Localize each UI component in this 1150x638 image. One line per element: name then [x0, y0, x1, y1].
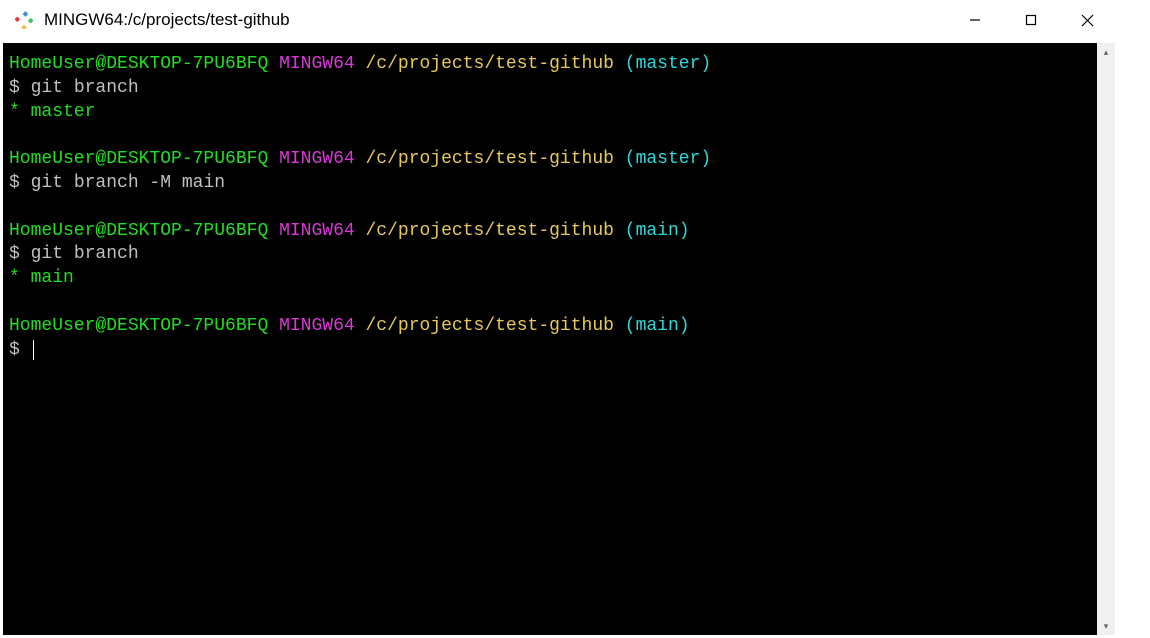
command-text: git branch -M main: [31, 173, 225, 193]
maximize-button[interactable]: [1003, 0, 1059, 40]
prompt-path: /c/projects/test-github: [366, 221, 614, 241]
prompt-userhost: HomeUser@DESKTOP-7PU6BFQ: [9, 149, 268, 169]
prompt-mingw: MINGW64: [279, 149, 355, 169]
prompt-branch: (master): [625, 54, 711, 74]
prompt-branch: (main): [625, 221, 690, 241]
command-line: $ git branch -M main: [9, 172, 1112, 196]
scroll-down-icon[interactable]: ▾: [1097, 617, 1115, 635]
prompt-line: HomeUser@DESKTOP-7PU6BFQ MINGW64 /c/proj…: [9, 315, 1112, 339]
command-line: $ git branch: [9, 77, 1112, 101]
prompt-path: /c/projects/test-github: [366, 316, 614, 336]
prompt-mingw: MINGW64: [279, 316, 355, 336]
prompt-path: /c/projects/test-github: [366, 54, 614, 74]
window-title: MINGW64:/c/projects/test-github: [44, 10, 947, 30]
prompt-dollar: $: [9, 78, 31, 98]
terminal-window: MINGW64:/c/projects/test-github HomeUser…: [0, 0, 1115, 638]
close-button[interactable]: [1059, 0, 1115, 40]
prompt-dollar: $: [9, 340, 31, 360]
prompt-branch: (main): [625, 316, 690, 336]
output-text: * master: [9, 102, 95, 122]
prompt-userhost: HomeUser@DESKTOP-7PU6BFQ: [9, 221, 268, 241]
terminal-wrap: HomeUser@DESKTOP-7PU6BFQ MINGW64 /c/proj…: [0, 40, 1115, 638]
prompt-line: HomeUser@DESKTOP-7PU6BFQ MINGW64 /c/proj…: [9, 53, 1112, 77]
scrollbar[interactable]: ▴ ▾: [1097, 43, 1115, 635]
window-controls: [947, 0, 1115, 40]
prompt-userhost: HomeUser@DESKTOP-7PU6BFQ: [9, 54, 268, 74]
titlebar[interactable]: MINGW64:/c/projects/test-github: [0, 0, 1115, 40]
command-line: $ git branch: [9, 243, 1112, 267]
prompt-mingw: MINGW64: [279, 221, 355, 241]
scroll-up-icon[interactable]: ▴: [1097, 43, 1115, 61]
command-text: git branch: [31, 78, 139, 98]
prompt-userhost: HomeUser@DESKTOP-7PU6BFQ: [9, 316, 268, 336]
output-line: * main: [9, 267, 1112, 291]
prompt-line: HomeUser@DESKTOP-7PU6BFQ MINGW64 /c/proj…: [9, 220, 1112, 244]
prompt-dollar: $: [9, 173, 31, 193]
app-icon: [14, 10, 34, 30]
prompt-path: /c/projects/test-github: [366, 149, 614, 169]
output-line: * master: [9, 101, 1112, 125]
command-line: $: [9, 339, 1112, 363]
output-text: * main: [9, 268, 74, 288]
terminal-viewport[interactable]: HomeUser@DESKTOP-7PU6BFQ MINGW64 /c/proj…: [3, 43, 1112, 635]
minimize-button[interactable]: [947, 0, 1003, 40]
prompt-branch: (master): [625, 149, 711, 169]
command-text: git branch: [31, 244, 139, 264]
prompt-dollar: $: [9, 244, 31, 264]
prompt-line: HomeUser@DESKTOP-7PU6BFQ MINGW64 /c/proj…: [9, 148, 1112, 172]
cursor-icon: [33, 340, 35, 360]
prompt-mingw: MINGW64: [279, 54, 355, 74]
